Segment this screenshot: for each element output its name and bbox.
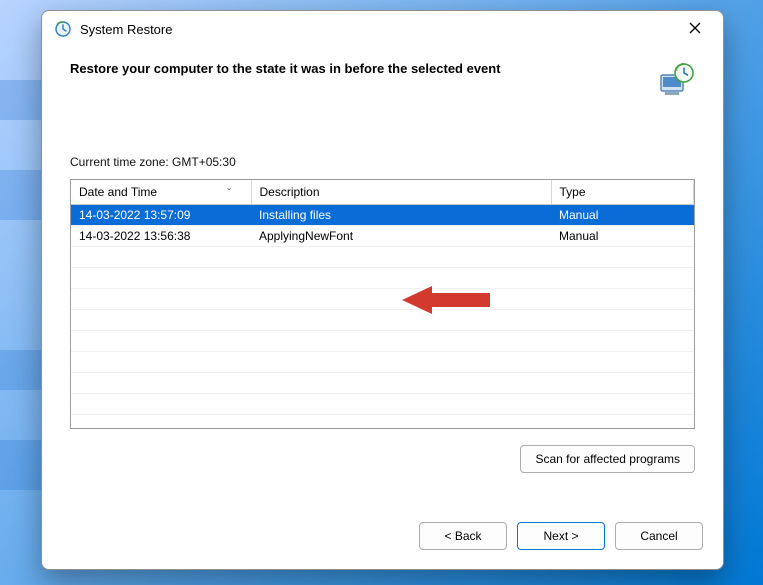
column-header-description[interactable]: Description [251,180,551,204]
table-cell: ApplyingNewFont [251,225,551,246]
column-header-type[interactable]: Type [551,180,694,204]
table-cell: Installing files [251,204,551,225]
window-title: System Restore [80,22,675,37]
table-row [71,330,694,351]
column-header-label: Date and Time [79,185,157,199]
table-row [71,351,694,372]
table-row [71,414,694,429]
table-row [71,267,694,288]
page-heading: Restore your computer to the state it wa… [70,61,655,76]
restore-points-table[interactable]: Date and Time ⌄ Description Type 14-03-2… [70,179,695,429]
dialog-content: Restore your computer to the state it wa… [42,47,723,513]
close-button[interactable] [675,15,715,43]
dialog-footer: < Back Next > Cancel [42,513,723,569]
table-row [71,372,694,393]
table-cell: Manual [551,204,694,225]
table-header-row[interactable]: Date and Time ⌄ Description Type [71,180,694,204]
table-row [71,288,694,309]
table-row [71,309,694,330]
table-row[interactable]: 14-03-2022 13:57:09Installing filesManua… [71,204,694,225]
timezone-label: Current time zone: GMT+05:30 [70,155,695,169]
system-restore-icon [54,20,72,38]
restore-wizard-icon [655,61,695,101]
system-restore-dialog: System Restore Restore your computer to … [41,10,724,570]
table-row [71,246,694,267]
close-icon [689,22,701,37]
table-row [71,393,694,414]
cancel-button[interactable]: Cancel [615,522,703,550]
titlebar: System Restore [42,11,723,47]
scan-affected-programs-button[interactable]: Scan for affected programs [520,445,695,473]
column-header-datetime[interactable]: Date and Time ⌄ [71,180,251,204]
next-button[interactable]: Next > [517,522,605,550]
back-button[interactable]: < Back [419,522,507,550]
table-cell: 14-03-2022 13:57:09 [71,204,251,225]
table-cell: Manual [551,225,694,246]
table-row[interactable]: 14-03-2022 13:56:38ApplyingNewFontManual [71,225,694,246]
sort-indicator-icon: ⌄ [226,183,233,192]
table-cell: 14-03-2022 13:56:38 [71,225,251,246]
